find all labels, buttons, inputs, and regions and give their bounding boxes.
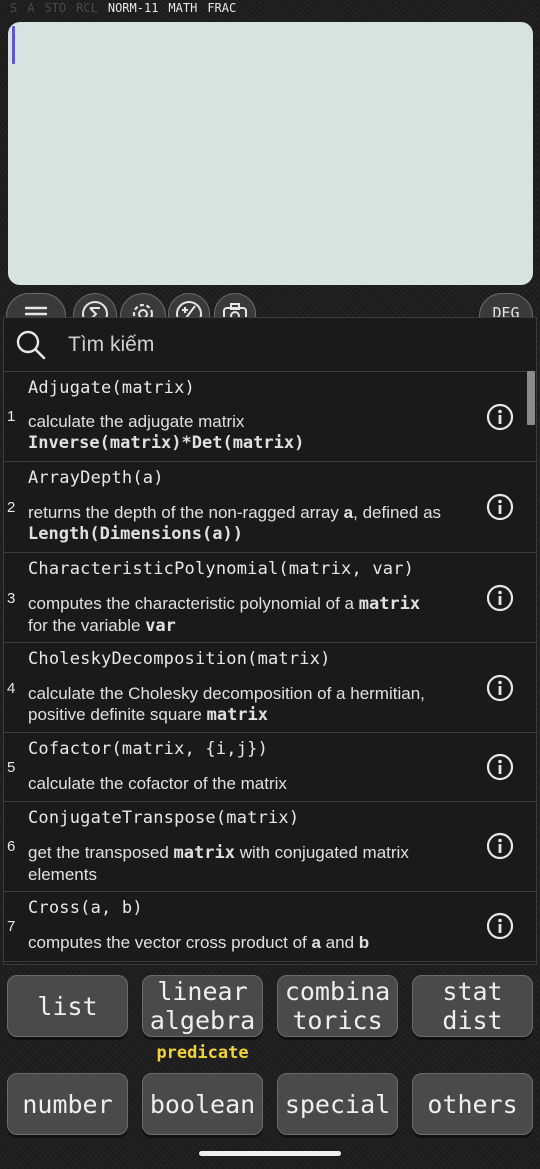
category-special-button[interactable]: special	[277, 1073, 398, 1135]
function-signature: Adjugate(matrix)	[28, 378, 195, 398]
status-bar: S A STO RCL NORM-11 MATH FRAC	[10, 0, 236, 16]
list-item[interactable]: 1 Adjugate(matrix) calculate the adjugat…	[4, 372, 536, 462]
category-boolean-button[interactable]: boolean	[142, 1073, 263, 1135]
menu-button[interactable]	[6, 293, 66, 319]
toolbar: DEG	[0, 291, 540, 319]
item-number: 6	[7, 838, 16, 855]
item-number: 1	[7, 408, 16, 425]
function-description: calculate the cofactor of the matrix	[28, 774, 287, 793]
info-icon[interactable]	[486, 753, 514, 781]
text-cursor	[12, 26, 15, 64]
home-indicator[interactable]	[199, 1151, 341, 1156]
function-description: computes the characteristic polynomial o…	[28, 594, 421, 636]
function-search-panel: 1 Adjugate(matrix) calculate the adjugat…	[3, 317, 537, 965]
status-math: MATH	[168, 1, 198, 15]
angle-mode-button[interactable]: DEG	[479, 293, 533, 319]
category-number-button[interactable]: number	[7, 1073, 128, 1135]
function-list[interactable]: 1 Adjugate(matrix) calculate the adjugat…	[4, 372, 536, 962]
camera-button[interactable]	[214, 293, 256, 319]
status-a: A	[27, 1, 35, 15]
sum-button[interactable]	[73, 293, 117, 319]
search-icon	[16, 330, 46, 359]
item-number: 4	[7, 680, 16, 697]
plus-minus-button[interactable]	[168, 293, 210, 319]
status-s: S	[10, 1, 18, 15]
search-bar	[4, 318, 536, 372]
info-icon[interactable]	[486, 674, 514, 702]
function-description: get the transposed matrix with conjugate…	[28, 843, 409, 884]
status-sto: STO	[44, 1, 67, 15]
category-combinatorics-button[interactable]: combina torics	[277, 975, 398, 1037]
info-icon[interactable]	[486, 912, 514, 940]
list-item[interactable]: 4 CholeskyDecomposition(matrix) calculat…	[4, 643, 536, 733]
list-item[interactable]: 7 Cross(a, b) computes the vector cross …	[4, 892, 536, 962]
list-item[interactable]: 6 ConjugateTranspose(matrix) get the tra…	[4, 802, 536, 892]
category-linear-algebra-button[interactable]: linear algebra	[142, 975, 263, 1037]
function-description: calculate the Cholesky decomposition of …	[28, 684, 425, 725]
status-frac: FRAC	[207, 1, 237, 15]
info-icon[interactable]	[486, 832, 514, 860]
item-number: 2	[7, 499, 16, 516]
status-norm: NORM-11	[107, 1, 159, 15]
scrollbar[interactable]	[527, 371, 535, 425]
function-signature: CharacteristicPolynomial(matrix, var)	[28, 559, 415, 579]
boolean-secondary-label: predicate	[156, 1043, 249, 1063]
item-number: 7	[7, 918, 16, 935]
function-description: returns the depth of the non-ragged arra…	[28, 503, 442, 544]
function-description: calculate the adjugate matrix Inverse(mat…	[28, 412, 305, 453]
info-icon[interactable]	[486, 403, 514, 431]
category-others-button[interactable]: others	[412, 1073, 533, 1135]
item-number: 3	[7, 590, 16, 607]
item-number: 5	[7, 759, 16, 776]
function-signature: ConjugateTranspose(matrix)	[28, 808, 300, 828]
info-icon[interactable]	[486, 493, 514, 521]
search-input[interactable]	[68, 332, 468, 357]
category-stat-dist-button[interactable]: stat dist	[412, 975, 533, 1037]
function-signature: Cross(a, b)	[28, 898, 143, 918]
list-item[interactable]: 5 Cofactor(matrix, {i,j}) calculate the …	[4, 733, 536, 802]
category-list-button[interactable]: list	[7, 975, 128, 1037]
list-item[interactable]: 2 ArrayDepth(a) returns the depth of the…	[4, 462, 536, 553]
settings-button[interactable]	[120, 293, 166, 319]
expression-display[interactable]	[8, 22, 533, 285]
list-item[interactable]: 3 CharacteristicPolynomial(matrix, var) …	[4, 553, 536, 643]
info-icon[interactable]	[486, 584, 514, 612]
function-signature: Cofactor(matrix, {i,j})	[28, 739, 269, 759]
function-signature: ArrayDepth(a)	[28, 468, 164, 488]
function-description: computes the vector cross product of a a…	[28, 933, 370, 952]
status-rcl: RCL	[76, 1, 98, 15]
function-signature: CholeskyDecomposition(matrix)	[28, 649, 331, 669]
